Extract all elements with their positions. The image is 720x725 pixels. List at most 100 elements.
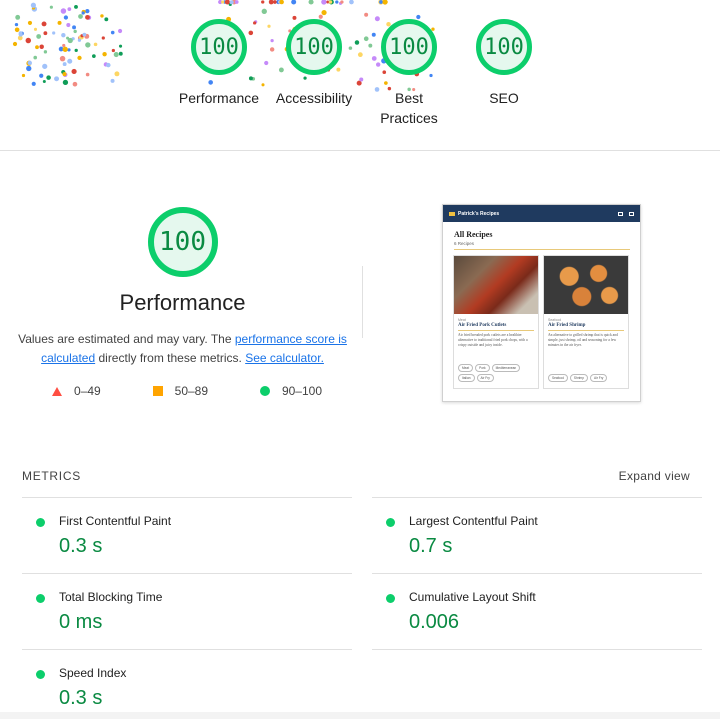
card-title: Air Fried Pork Cutlets	[458, 323, 507, 328]
confetti-dot	[27, 20, 33, 25]
card-tags: Seafood Shrimp Air Fry	[548, 374, 624, 382]
confetti-dot	[113, 52, 119, 58]
expand-view-toggle[interactable]: Expand view	[619, 469, 690, 483]
confetti-dot	[52, 31, 56, 35]
confetti-dot	[67, 37, 73, 44]
gauge-score: 100	[199, 34, 239, 60]
confetti-dot	[42, 80, 46, 84]
bowl-icon	[449, 211, 455, 216]
confetti-dot	[114, 71, 120, 77]
confetti-dot	[102, 51, 107, 57]
card-tag: Seafood	[548, 374, 568, 382]
confetti-dot	[61, 32, 66, 38]
confetti-dot	[14, 27, 20, 33]
confetti-dot	[379, 0, 383, 4]
card-tag: Shrimp	[569, 374, 588, 382]
card-text: An alternative to grilled shrimp that is…	[548, 333, 618, 347]
confetti-dot	[78, 14, 83, 19]
confetti-dot	[57, 20, 62, 25]
thumb-brand-text: Patrick's Recipes	[458, 210, 500, 217]
recipe-card: Seafood Air Fried Shrimp An alternative …	[543, 255, 629, 389]
thumb-brand: Patrick's Recipes	[449, 211, 499, 217]
card-rule	[548, 330, 624, 331]
confetti-dot	[67, 7, 72, 12]
confetti-dot	[335, 0, 339, 4]
confetti-dot	[41, 21, 47, 27]
confetti-dot	[26, 65, 32, 72]
confetti-dot	[62, 62, 67, 67]
legend-range: 50–89	[174, 384, 209, 398]
card-tag: Pork	[475, 364, 490, 372]
thumb-card-list: Meat Air Fried Pork Cutlets Air fried br…	[453, 255, 631, 389]
confetti-dot	[110, 78, 115, 83]
recipe-image	[454, 256, 538, 314]
confetti-dot	[234, 0, 239, 4]
confetti-dot	[46, 75, 51, 80]
performance-description: Values are estimated and may vary. The p…	[18, 330, 348, 368]
metric-value: 0 ms	[59, 611, 103, 633]
confetti-dot	[85, 72, 90, 77]
card-tag: Mediterranean	[491, 364, 521, 372]
confetti-dot	[27, 60, 33, 66]
gauge-ring: 100	[191, 19, 247, 75]
gauge-label: Performance	[178, 90, 260, 106]
final-screenshot-thumbnail[interactable]: Patrick's Recipes All Recipes 6 Recipes …	[442, 204, 641, 402]
circle-icon	[259, 386, 270, 396]
legend-range: 90–100	[281, 384, 322, 398]
recipe-card: Meat Air Fried Pork Cutlets Air fried br…	[453, 255, 539, 389]
card-category: Seafood	[548, 318, 562, 322]
confetti-dot	[21, 73, 26, 78]
confetti-dot	[93, 42, 98, 47]
thumb-heading: All Recipes	[454, 230, 493, 239]
confetti-dot	[321, 0, 327, 5]
confetti-dot	[63, 15, 69, 20]
metric-value: 0.3 s	[59, 535, 103, 557]
metrics-right-column: Largest Contentful Paint 0.7 s Cumulativ…	[372, 497, 702, 650]
metric-total-blocking-time: Total Blocking Time 0 ms	[22, 573, 352, 649]
pass-circle-icon	[36, 518, 45, 527]
confetti-dot	[49, 5, 53, 9]
gauge-ring: 100	[286, 19, 342, 75]
card-text: Air fried breaded pork cutlets are a hea…	[458, 333, 528, 347]
confetti-dot	[66, 23, 71, 28]
confetti-dot	[110, 30, 115, 35]
gauge-seo[interactable]: 100 SEO	[454, 19, 554, 108]
gauge-performance[interactable]: 100 Performance	[169, 19, 269, 108]
confetti-dot	[77, 55, 82, 61]
confetti-dot	[36, 34, 42, 39]
confetti-dot	[43, 31, 48, 36]
card-tag: Italian	[458, 374, 475, 382]
description-text: Values are estimated and may vary. The	[18, 332, 235, 346]
triangle-icon	[52, 386, 62, 396]
vertical-divider	[362, 266, 363, 338]
confetti-dot	[111, 48, 115, 53]
gauge-accessibility[interactable]: 100 Accessibility	[264, 19, 364, 108]
confetti-dot	[85, 42, 91, 48]
confetti-dot	[261, 8, 267, 15]
gauge-score: 100	[389, 34, 429, 60]
calculator-link[interactable]: See calculator.	[245, 351, 324, 365]
confetti-dot	[39, 73, 44, 78]
confetti-dot	[308, 0, 314, 5]
pass-circle-icon	[36, 594, 45, 603]
gauge-label: Best Practices	[380, 90, 438, 126]
pass-circle-icon	[386, 594, 395, 603]
confetti-dot	[33, 27, 38, 31]
confetti-dot	[77, 38, 82, 42]
card-tag: Meat	[458, 364, 474, 372]
legend-average: 50–89	[152, 384, 209, 398]
confetti-dot	[25, 37, 32, 44]
confetti-dot	[74, 5, 78, 9]
gauge-best-practices[interactable]: 100 Best Practices	[359, 19, 459, 128]
confetti-dot	[60, 8, 67, 14]
confetti-dot	[340, 0, 344, 4]
pass-circle-icon	[36, 670, 45, 679]
confetti-dot	[382, 0, 388, 5]
confetti-dot	[42, 63, 48, 69]
metric-name: First Contentful Paint	[59, 514, 172, 528]
confetti-dot	[321, 9, 327, 16]
confetti-dot	[18, 31, 23, 36]
thumb-nav-icons	[618, 211, 634, 216]
confetti-dot	[349, 0, 354, 5]
performance-score: 100	[159, 227, 206, 257]
